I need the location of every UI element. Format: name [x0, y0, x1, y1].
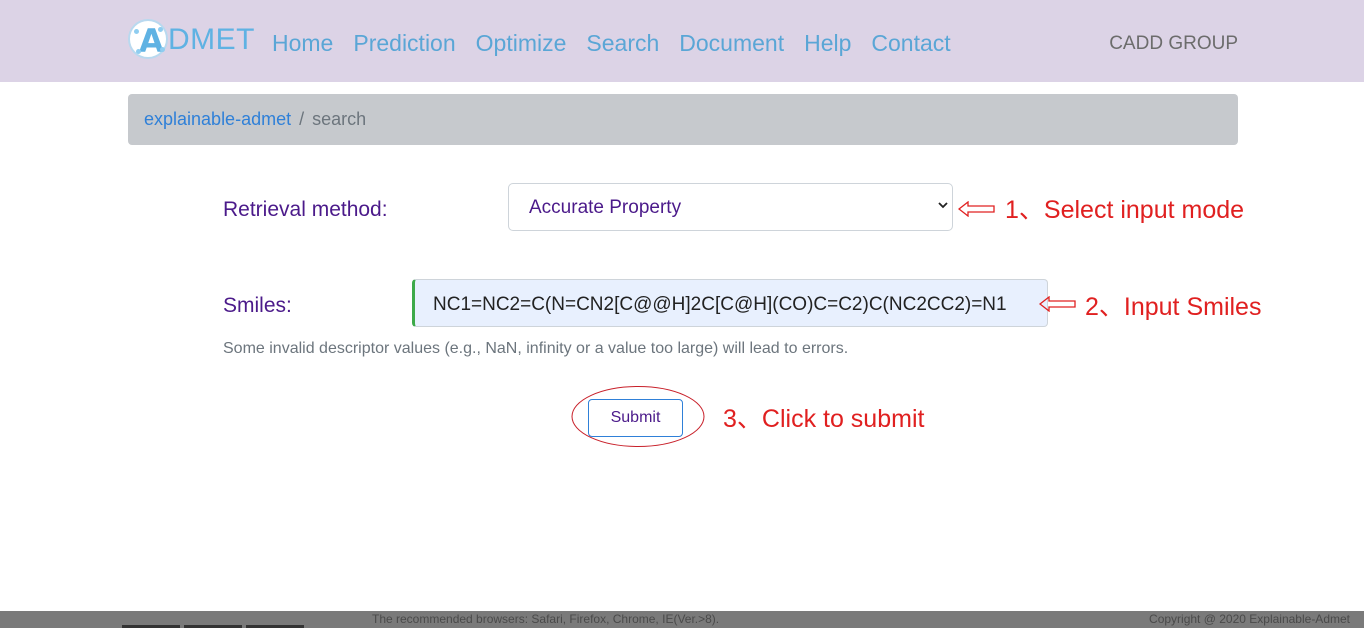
retrieval-method-label: Retrieval method: [223, 198, 388, 221]
nav-prediction[interactable]: Prediction [353, 28, 455, 58]
annotation-step1: 1、Select input mode [1005, 196, 1245, 224]
annotation-step3: 3、Click to submit [723, 405, 925, 433]
logo-text: DMET [168, 23, 255, 56]
breadcrumb: explainable-admet / search [128, 94, 1238, 145]
smiles-input[interactable]: NC1=NC2=C(N=CN2[C@@H]2C[C@H](CO)C=C2)C(N… [412, 279, 1048, 327]
nav-links: Home Prediction Optimize Search Document… [272, 28, 971, 58]
breadcrumb-root-link[interactable]: explainable-admet [144, 109, 291, 130]
nav-optimize[interactable]: Optimize [476, 28, 567, 58]
footer-copyright: Copyright @ 2020 Explainable-Admet [1149, 612, 1350, 626]
footer: The recommended browsers: Safari, Firefo… [0, 611, 1364, 628]
cadd-group-link[interactable]: CADD GROUP [1109, 33, 1238, 55]
chevron-down-icon [938, 198, 948, 214]
retrieval-method-select[interactable]: Accurate Property [508, 183, 953, 231]
nav-contact[interactable]: Contact [871, 28, 950, 58]
logo-badge-icon: A [128, 19, 168, 59]
smiles-input-value: NC1=NC2=C(N=CN2[C@@H]2C[C@H](CO)C=C2)C(N… [433, 294, 1007, 315]
footer-browsers: The recommended browsers: Safari, Firefo… [372, 612, 720, 626]
nav-search[interactable]: Search [586, 28, 659, 58]
nav-document[interactable]: Document [679, 28, 784, 58]
arrow-left-icon [958, 201, 995, 217]
admet-logo[interactable]: A DMET [126, 17, 255, 61]
retrieval-method-value: Accurate Property [529, 197, 682, 218]
nav-help[interactable]: Help [804, 28, 851, 58]
breadcrumb-current: search [312, 109, 367, 129]
submit-button[interactable]: Submit [588, 399, 683, 437]
arrow-left-icon [1039, 296, 1076, 312]
smiles-label: Smiles: [223, 294, 292, 317]
nav-home[interactable]: Home [272, 28, 333, 58]
navbar: A DMET Home Prediction Optimize Search D… [0, 0, 1364, 82]
input-hint: Some invalid descriptor values (e.g., Na… [223, 340, 849, 357]
breadcrumb-separator: / [299, 109, 305, 129]
annotation-step2: 2、Input Smiles [1085, 293, 1262, 321]
